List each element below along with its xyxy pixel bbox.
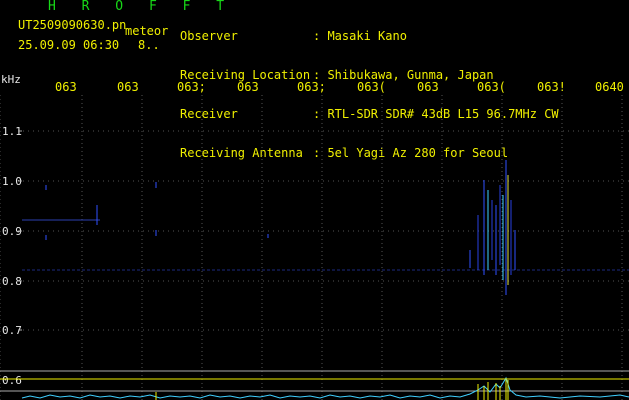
horizontal-grid [18, 130, 629, 331]
signal-streaks [45, 182, 269, 240]
vertical-grid [0, 95, 623, 400]
y-tick-marks [18, 130, 22, 331]
level-graph [21, 376, 629, 399]
meteor-echo [469, 160, 516, 295]
spectrogram-canvas [0, 95, 629, 400]
